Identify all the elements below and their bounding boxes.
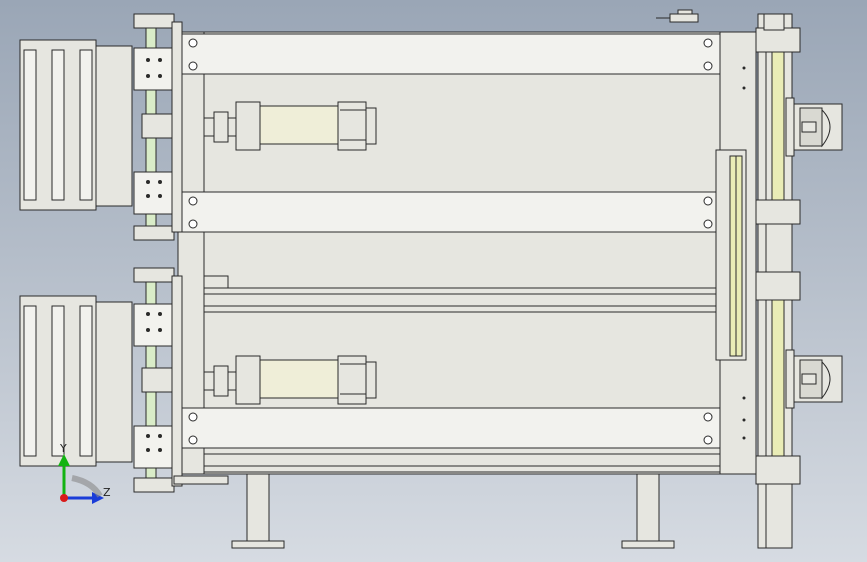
right-column xyxy=(755,13,801,549)
triad-y-label: Y xyxy=(59,442,67,455)
cad-viewport[interactable]: Y Z xyxy=(0,0,867,562)
top-sensor xyxy=(656,9,699,23)
right-guide-plate xyxy=(715,149,747,361)
main-frame xyxy=(177,31,757,475)
triad-z-label: Z xyxy=(103,486,111,499)
assembly-drawing: Y Z xyxy=(19,9,843,549)
right-clamp-bottom xyxy=(785,349,843,409)
right-clamp-top xyxy=(785,97,843,157)
roller-assembly-top xyxy=(19,13,183,241)
support-legs xyxy=(231,473,786,549)
